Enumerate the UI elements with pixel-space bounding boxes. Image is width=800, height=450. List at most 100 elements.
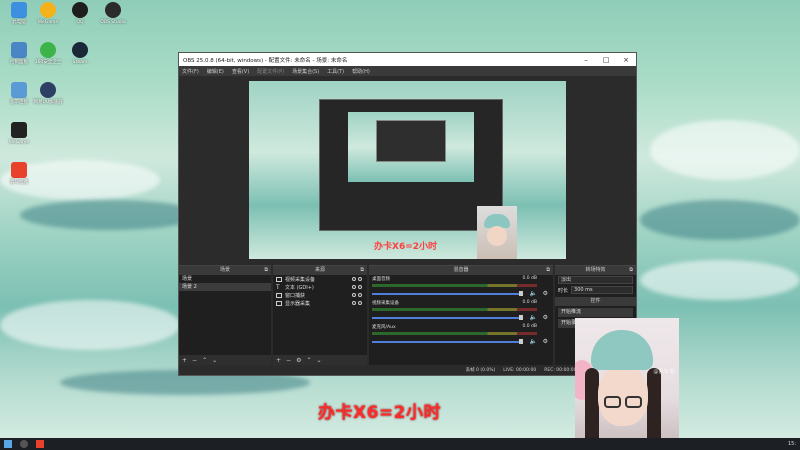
nested-desktop-capture [348,112,474,182]
remove-icon[interactable]: − [192,357,197,364]
speaker-icon[interactable]: 🔈 [530,290,537,297]
volume-slider-knob[interactable] [519,339,523,344]
obs-title: OBS 25.0.8 (64-bit, windows) - 配置文件: 未命名… [183,57,348,64]
menu-file[interactable]: 文件(F) [182,68,199,75]
close-icon[interactable]: × [616,56,636,64]
ximalaya-icon [11,162,27,178]
duration-input[interactable]: 300 ms [571,286,633,294]
desktop-icon-security-guard[interactable]: 360安全卫士 [30,42,66,65]
mixer-channel: 视频采集设备 0.0 dB 🔈 ⚙ [372,300,548,321]
move-down-icon[interactable]: ⌄ [316,357,321,364]
volume-meter [372,308,537,311]
webcam-overlay: @喜马·粉 [575,318,679,450]
controls-dock-title: 控件 [555,297,636,306]
minimize-icon[interactable]: – [576,56,596,64]
qq-icon [72,2,88,18]
live-time: LIVE: 00:00:00 [503,367,537,373]
menu-view[interactable]: 查看(V) [232,68,249,75]
scene-item-selected[interactable]: 场景 2 [179,283,271,291]
desktop-icon-uu-accelerator[interactable]: 网易UU加速器 [30,82,66,105]
scene-item[interactable]: 场景 [179,275,271,283]
camera-icon [276,276,282,282]
preview-webcam-face [487,226,507,246]
transition-select[interactable]: 淡出 [558,276,633,284]
window-icon [276,292,282,298]
transitions-dock-title: 转场特效 ⧉ [555,266,636,275]
desktop-icon-wegame-2[interactable]: WeGame [1,122,37,145]
volume-slider-knob[interactable] [519,291,523,296]
visibility-icon[interactable] [352,277,356,281]
gear-icon[interactable]: ⚙ [543,338,548,345]
speaker-icon[interactable]: 🔈 [530,338,537,345]
lock-icon[interactable] [358,293,362,297]
menu-help[interactable]: 帮助(H) [352,68,370,75]
scenes-toolbar: + − ⌃ ⌄ [179,355,271,365]
gear-icon[interactable]: ⚙ [543,290,548,297]
window-controls: – □ × [576,56,636,64]
windows-start-icon[interactable] [4,440,12,448]
wegame-icon [40,2,56,18]
taskbar-clock: 15: [787,441,796,447]
desktop-icon-obs[interactable]: OBS Studio [95,2,131,25]
preview-webcam [477,206,517,259]
desktop-icon-steam[interactable]: Steam [62,42,98,65]
add-icon[interactable]: + [276,357,281,364]
gear-icon[interactable]: ⚙ [296,357,301,364]
obs-titlebar[interactable]: OBS 25.0.8 (64-bit, windows) - 配置文件: 未命名… [179,53,636,66]
popout-icon[interactable]: ⧉ [360,266,364,275]
popout-icon[interactable]: ⧉ [629,266,633,275]
mixer-channel: 桌面音频 0.0 dB 🔈 ⚙ [372,276,548,297]
menu-edit[interactable]: 编辑(E) [207,68,224,75]
lock-icon[interactable] [358,277,362,281]
taskbar-ximalaya-icon[interactable] [36,440,44,448]
speaker-icon[interactable]: 🔈 [530,314,537,321]
volume-slider[interactable] [372,341,522,343]
obs-icon [105,2,121,18]
desktop-icon-wegame[interactable]: WeGame [30,2,66,25]
move-up-icon[interactable]: ⌃ [306,357,311,364]
dropped-frames: 丢帧 0 (0.0%) [465,368,496,373]
mixer-dock: 混音器⧉ 桌面音频 0.0 dB 🔈 ⚙ 视频采集设备 0.0 dB 🔈 ⚙ [369,265,553,365]
rec-time: REC: 00:00:00 [544,367,577,373]
webcam-hat [591,330,653,370]
volume-slider[interactable] [372,317,522,319]
source-item[interactable]: T 文本 (GDI+) [273,283,367,291]
gear-icon[interactable]: ⚙ [543,314,548,321]
security-guard-icon [40,42,56,58]
obs-docks: 场景 ⧉ 场景 场景 2 + − ⌃ ⌄ 来源 ⧉ 视频采集设备 T 文本 (GDI+… [179,265,636,365]
source-item[interactable]: 显示器采集 [273,299,367,307]
visibility-icon[interactable] [352,301,356,305]
visibility-icon[interactable] [352,285,356,289]
menu-profile[interactable]: 配置文件(P) [257,68,284,75]
source-item[interactable]: 视频采集设备 [273,275,367,283]
transition-duration-row: 时长 300 ms [555,285,636,295]
lock-icon[interactable] [358,285,362,289]
popout-icon[interactable]: ⧉ [546,266,550,275]
wegame-icon-2 [11,122,27,138]
start-streaming-button[interactable]: 开始推流 [558,308,633,317]
menu-tools[interactable]: 工具(T) [327,68,344,75]
nested-obs-capture [319,99,503,231]
volume-slider[interactable] [372,293,522,295]
add-icon[interactable]: + [182,357,187,364]
source-item[interactable]: 窗口捕获 [273,291,367,299]
uu-accelerator-icon [40,82,56,98]
move-down-icon[interactable]: ⌄ [212,357,217,364]
text-icon: T [276,283,280,291]
lock-icon[interactable] [358,301,362,305]
menu-scene-collection[interactable]: 场景集合(S) [292,68,319,75]
maximize-icon[interactable]: □ [596,56,616,64]
volume-slider-knob[interactable] [519,315,523,320]
webcam-watermark: @喜马·粉 [653,369,675,375]
popout-icon[interactable]: ⧉ [264,266,268,275]
scenes-dock: 场景 ⧉ 场景 场景 2 + − ⌃ ⌄ [179,265,271,365]
sources-dock-title: 来源 ⧉ [273,266,367,275]
move-up-icon[interactable]: ⌃ [202,357,207,364]
taskbar-obs-icon[interactable] [20,440,28,448]
visibility-icon[interactable] [352,293,356,297]
desktop-icon-qq[interactable]: QQ [62,2,98,25]
broadband-icon [11,82,27,98]
volume-meter [372,284,537,287]
remove-icon[interactable]: − [286,357,291,364]
desktop-icon-ximalaya[interactable]: 喜马拉雅 [1,162,37,185]
